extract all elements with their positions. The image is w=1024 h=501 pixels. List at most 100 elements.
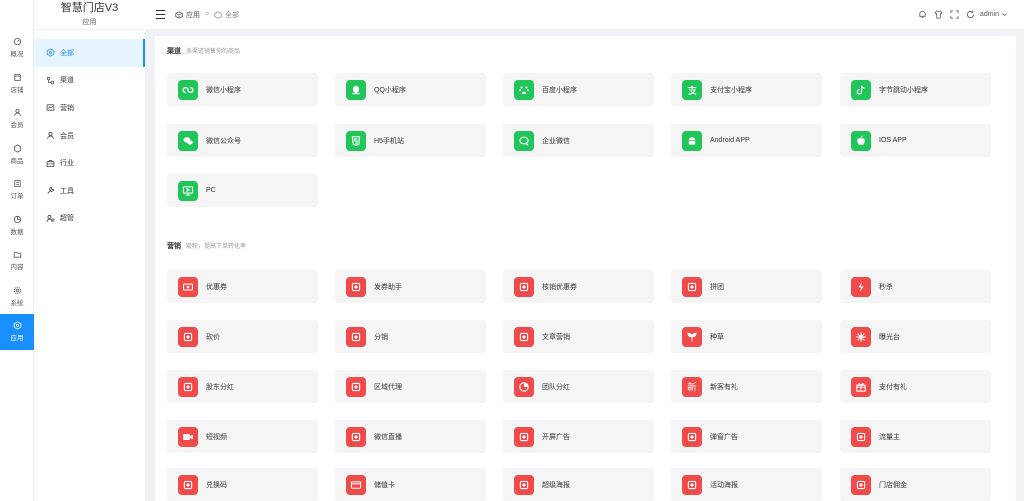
app-card-label: 文章营销 (542, 333, 570, 341)
app-card[interactable]: 兑换码 (167, 468, 318, 501)
rail-item-label: 数据 (10, 228, 24, 236)
app-card[interactable]: Android APP (671, 124, 822, 157)
app-card[interactable]: 企业微信 (503, 124, 654, 157)
group-buy-icon (682, 276, 702, 297)
app-card[interactable]: 发券助手 (335, 270, 486, 303)
fullscreen-icon[interactable] (950, 10, 959, 19)
app-card-label: 流量主 (879, 433, 900, 441)
app-card[interactable]: 活动海报 (671, 468, 822, 501)
app-card[interactable]: 短视频 (167, 420, 318, 453)
breadcrumb: 应用 > 全部 (175, 10, 239, 20)
app-card[interactable]: 团队分红 (503, 370, 654, 403)
app-card-label: 支付宝小程序 (710, 86, 752, 94)
dashboard-icon (13, 38, 21, 46)
subnav-item-0[interactable]: 全部 (34, 39, 145, 67)
refresh-icon[interactable] (966, 10, 975, 19)
rail-item-1[interactable]: 店铺 (0, 66, 34, 102)
rail-item-5[interactable]: 数据 (0, 208, 34, 244)
app-card[interactable]: 区域代理 (335, 370, 486, 403)
app-card[interactable]: 支付宝小程序 (671, 73, 822, 106)
app-card[interactable]: 砍价 (167, 320, 318, 353)
rail-item-4[interactable]: 订单 (0, 172, 34, 208)
rail-item-7[interactable]: 系统 (0, 279, 34, 315)
menu-toggle-icon[interactable] (156, 10, 165, 19)
wecom-icon (514, 130, 534, 151)
app-card-label: QQ小程序 (374, 86, 406, 94)
app-card-label: 门店佣金 (879, 481, 907, 489)
app-card[interactable]: 微信小程序 (167, 73, 318, 106)
app-card-label: 企业微信 (542, 137, 570, 145)
subnav-item-1[interactable]: 渠道 (34, 67, 145, 95)
app-card-label: 砍价 (206, 333, 220, 341)
app-card-label: 团队分红 (542, 383, 570, 391)
app-card[interactable]: 字节跳动小程序 (840, 73, 991, 106)
subnav-item-3[interactable]: 会员 (34, 122, 145, 150)
user-menu[interactable]: admin (980, 11, 999, 18)
app-card[interactable]: 秒杀 (840, 270, 991, 303)
app-card-label: 短视频 (206, 433, 227, 441)
gift-icon (851, 376, 871, 397)
briefcase-icon (46, 159, 55, 167)
app-card[interactable]: 股东分红 (167, 370, 318, 403)
card-icon (346, 474, 366, 495)
subnav-item-label: 行业 (60, 160, 74, 168)
app-card[interactable]: H5手机站 (335, 124, 486, 157)
subnav-item-2[interactable]: 营销 (34, 94, 145, 122)
app-card[interactable]: 支付有礼 (840, 370, 991, 403)
user-icon (13, 109, 21, 117)
subnav-item-label: 营销 (60, 104, 74, 112)
app-card[interactable]: 流量主 (840, 420, 991, 453)
subnav-item-5[interactable]: 工具 (34, 177, 145, 205)
app-card[interactable]: PC (167, 174, 318, 207)
app-card-label: 分销 (374, 333, 388, 341)
app-grid-panel: 渠道 多渠道销售你的商品 微信小程序 QQ小程序 百度小程序 支付宝小程序 字节跳动小程序微… (155, 36, 1016, 501)
h5-icon (346, 130, 366, 151)
app-card[interactable]: 曝光台 (840, 320, 991, 353)
section-title-text: 渠道 (167, 48, 181, 55)
sprout-icon (682, 326, 702, 347)
subnav-item-4[interactable]: 行业 (34, 149, 145, 177)
coupon-icon (178, 276, 198, 297)
subnav-item-label: 会员 (60, 132, 74, 140)
rail-item-label: 订单 (10, 193, 24, 201)
rail-item-2[interactable]: 会员 (0, 101, 34, 137)
app-card[interactable]: 百度小程序 (503, 73, 654, 106)
app-card[interactable]: 优惠券 (167, 270, 318, 303)
section-title: 营销 吸粉，提高下单转化率 (167, 241, 246, 251)
bell-icon[interactable] (918, 10, 927, 19)
app-card-label: 新客有礼 (710, 383, 738, 391)
shirt-icon[interactable] (934, 10, 943, 19)
app-card[interactable]: 文章营销 (503, 320, 654, 353)
app-card[interactable]: 弹窗广告 (671, 420, 822, 453)
chevron-down-icon[interactable] (1001, 11, 1008, 18)
section-desc: 吸粉，提高下单转化率 (186, 244, 247, 250)
subnav-item-6[interactable]: 超管 (34, 205, 145, 233)
app-card[interactable]: 分销 (335, 320, 486, 353)
app-card[interactable]: 种草 (671, 320, 822, 353)
video-icon (178, 426, 198, 447)
rail-item-label: 商品 (10, 157, 24, 165)
app-card[interactable]: 微信直播 (335, 420, 486, 453)
app-card-label: 核销优惠券 (542, 283, 577, 291)
rail-item-3[interactable]: 商品 (0, 137, 34, 173)
rail-item-0[interactable]: 概况 (0, 30, 34, 66)
app-card[interactable]: QQ小程序 (335, 73, 486, 106)
app-card[interactable]: 储值卡 (335, 468, 486, 501)
app-card[interactable]: 拼团 (671, 270, 822, 303)
app-card-label: 种草 (710, 333, 724, 341)
event-poster-icon (682, 474, 702, 495)
breadcrumb-root[interactable]: 应用 (186, 10, 200, 20)
app-card[interactable]: 门店佣金 (840, 468, 991, 501)
pie-icon (514, 376, 534, 397)
app-card[interactable]: 微信公众号 (167, 124, 318, 157)
rail-item-label: 应用 (10, 335, 24, 343)
app-card[interactable]: 开屏广告 (503, 420, 654, 453)
app-card[interactable]: 核销优惠券 (503, 270, 654, 303)
app-card-label: 拼团 (710, 283, 724, 291)
app-card[interactable]: 新 新客有礼 (671, 370, 822, 403)
rail-item-8[interactable]: 应用 (0, 314, 34, 350)
order-icon (13, 180, 21, 188)
rail-item-6[interactable]: 内容 (0, 243, 34, 279)
app-card[interactable]: IOS APP (840, 124, 991, 157)
app-card[interactable]: 超级海报 (503, 468, 654, 501)
